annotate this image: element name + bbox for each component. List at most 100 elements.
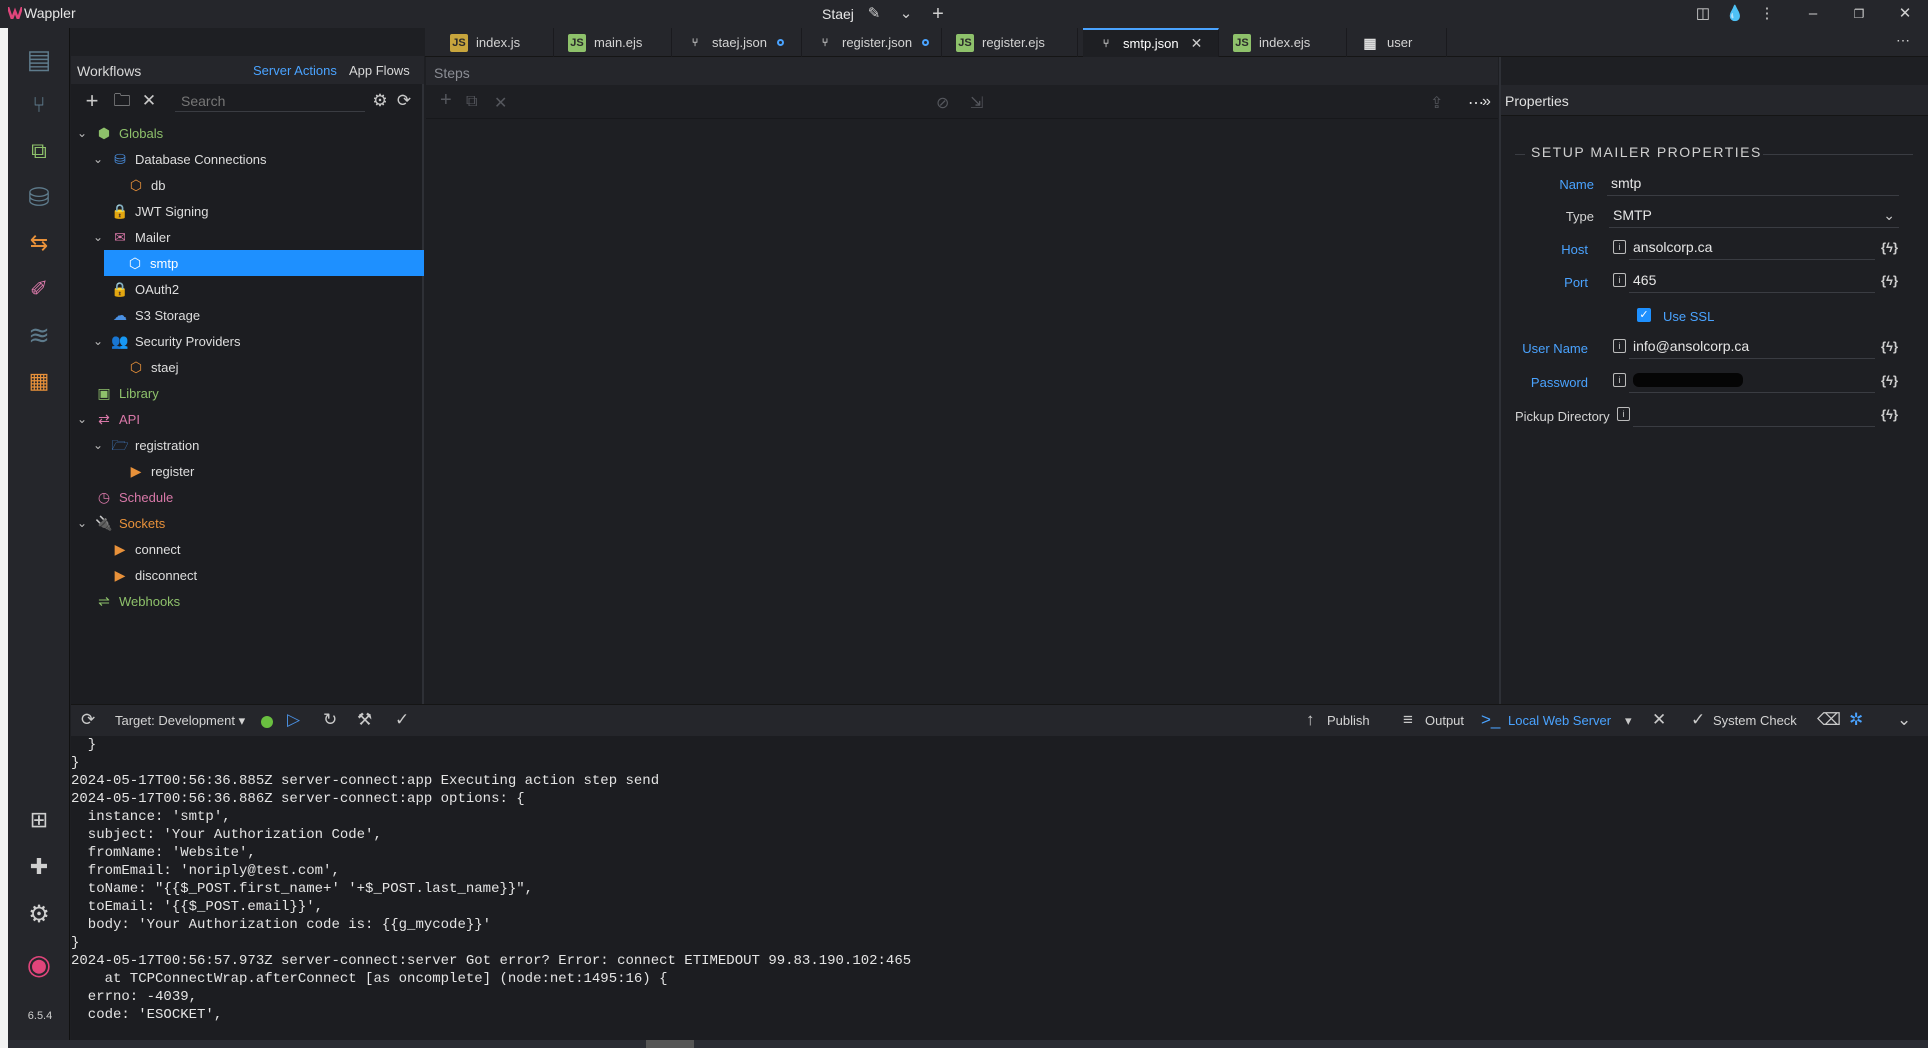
puzzle-icon[interactable]: ✚ (22, 850, 56, 884)
output-icon[interactable]: ≡ (1403, 710, 1413, 730)
tree-item-database-connections[interactable]: ⌄ ⛁ Database Connections (71, 146, 424, 172)
server-dropdown-icon[interactable]: ▾ (1625, 713, 1632, 729)
add-icon[interactable]: + (81, 90, 103, 112)
tree-item-staej[interactable]: ⬡ staej (71, 354, 424, 380)
disable-icon[interactable]: ⊘ (936, 93, 949, 113)
target-selector[interactable]: Target: Development ▾ (115, 713, 245, 729)
tab-register-ejs[interactable]: JS register.ejs (942, 28, 1078, 57)
tab-index-js[interactable]: JS index.js (436, 28, 554, 57)
gear-icon[interactable]: ⚙ (369, 91, 391, 111)
info-icon[interactable]: i (1613, 273, 1626, 287)
design-icon[interactable]: ✐ (22, 272, 56, 306)
pickup-directory-field[interactable] (1633, 403, 1875, 427)
dynamic-data-icon[interactable]: {ϟ} (1881, 339, 1898, 354)
info-icon[interactable]: i (1613, 339, 1626, 353)
app-flows-tab[interactable]: App Flows (349, 63, 410, 78)
account-icon[interactable]: ◉ (22, 948, 56, 982)
delete-step-icon[interactable]: ✕ (494, 93, 507, 113)
routing-icon[interactable]: ⇆ (22, 226, 56, 260)
extensions-icon[interactable]: ⊞ (22, 803, 56, 837)
dynamic-data-icon[interactable]: {ϟ} (1881, 273, 1898, 288)
horizontal-scrollbar[interactable] (646, 1040, 694, 1048)
close-tab-icon[interactable]: ✕ (1191, 35, 1203, 52)
tree-item-disconnect[interactable]: ▶ disconnect (71, 562, 424, 588)
edit-project-icon[interactable]: ✎ (864, 4, 884, 24)
delete-icon[interactable]: ✕ (138, 91, 160, 111)
tree-item-api[interactable]: ⌄ ⇄ API (71, 406, 424, 432)
tab-staej-json[interactable]: ⑂ staej.json (672, 28, 802, 57)
layout-toggle-icon[interactable]: ◫ (1693, 4, 1713, 24)
publish-button[interactable]: Publish (1327, 713, 1370, 728)
collapse-right-icon[interactable]: » (1482, 93, 1491, 111)
tree-item-schedule[interactable]: ◷ Schedule (71, 484, 424, 510)
local-web-server-tab[interactable]: Local Web Server (1508, 713, 1611, 728)
tab-index-ejs[interactable]: JS index.ejs (1219, 28, 1347, 57)
share-icon[interactable]: ⇪ (1430, 93, 1443, 113)
pages-icon[interactable]: ▤ (22, 42, 56, 76)
tree-item-globals[interactable]: ⌄ ⬢ Globals (71, 120, 424, 146)
restore-button[interactable]: ❐ (1849, 4, 1869, 24)
restart-icon[interactable]: ↻ (323, 710, 337, 730)
workflows-icon[interactable]: ⧉ (22, 134, 56, 168)
tree-item-webhooks[interactable]: ⇌ Webhooks (71, 588, 424, 614)
tree-item-security-providers[interactable]: ⌄ 👥 Security Providers (71, 328, 424, 354)
copy-icon[interactable]: ⧉ (466, 93, 477, 111)
chevron-down-icon[interactable]: ⌄ (75, 126, 89, 140)
theme-drop-icon[interactable]: 💧 (1725, 4, 1745, 24)
type-select[interactable]: SMTP ⌄ (1609, 204, 1899, 228)
user-name-field[interactable]: info@ansolcorp.ca (1629, 335, 1875, 359)
database-icon[interactable]: ⛁ (22, 180, 56, 214)
minimize-button[interactable]: – (1803, 4, 1823, 24)
tree-item-db[interactable]: ⬡ db (71, 172, 424, 198)
tab-main-ejs[interactable]: JS main.ejs (554, 28, 672, 57)
tab-user[interactable]: ▦ user (1347, 28, 1447, 57)
host-field[interactable]: ansolcorp.ca (1629, 236, 1875, 260)
folder-icon[interactable]: 🗀 (111, 91, 133, 111)
git-icon[interactable]: ⑂ (22, 88, 56, 122)
more-menu-icon[interactable]: ⋮ (1757, 4, 1777, 24)
export-icon[interactable]: ⇲ (970, 93, 983, 113)
port-field[interactable]: 465 (1629, 269, 1875, 293)
system-check-button[interactable]: System Check (1713, 713, 1797, 728)
tree-item-smtp[interactable]: ⬡ smtp (104, 250, 424, 276)
tree-item-oauth2[interactable]: 🔒 OAuth2 (71, 276, 424, 302)
info-icon[interactable]: i (1617, 407, 1630, 421)
tree-item-connect[interactable]: ▶ connect (71, 536, 424, 562)
tree-item-register[interactable]: ▶ register (71, 458, 424, 484)
output-button[interactable]: Output (1425, 713, 1464, 728)
chevron-down-icon[interactable]: ⌄ (91, 230, 105, 244)
build-icon[interactable]: ⚒ (357, 710, 372, 730)
layers-icon[interactable]: ≋ (22, 318, 56, 352)
add-step-icon[interactable]: + (440, 89, 452, 112)
tree-item-jwt-signing[interactable]: 🔒 JWT Signing (71, 198, 424, 224)
tasks-icon[interactable]: ▦ (22, 364, 56, 398)
chevron-down-icon[interactable]: ⌄ (91, 334, 105, 348)
chevron-down-icon[interactable]: ⌄ (75, 516, 89, 530)
check-icon[interactable]: ✓ (395, 710, 409, 730)
run-icon[interactable]: ▷ (287, 710, 300, 730)
info-icon[interactable]: i (1613, 373, 1626, 387)
info-icon[interactable]: i (1613, 240, 1626, 254)
tabs-more-icon[interactable]: ⋯ (1896, 32, 1910, 49)
close-output-icon[interactable]: ✕ (1652, 710, 1666, 730)
collapse-panel-icon[interactable]: ⌄ (1897, 710, 1911, 730)
project-dropdown-icon[interactable]: ⌄ (896, 4, 916, 24)
chevron-down-icon[interactable]: ⌄ (91, 152, 105, 166)
dynamic-data-icon[interactable]: {ϟ} (1881, 373, 1898, 388)
close-window-button[interactable]: ✕ (1895, 4, 1915, 24)
server-actions-tab[interactable]: Server Actions (253, 63, 337, 78)
tree-item-s3-storage[interactable]: ☁ S3 Storage (71, 302, 424, 328)
project-selector[interactable]: Staej (822, 6, 854, 22)
tree-item-registration[interactable]: ⌄ 🗁 registration (71, 432, 424, 458)
password-field[interactable] (1629, 369, 1875, 393)
eraser-icon[interactable]: ⌫ (1817, 710, 1841, 730)
use-ssl-checkbox[interactable]: ✓ (1637, 308, 1651, 322)
debug-icon[interactable]: ✲ (1849, 710, 1863, 730)
tree-item-sockets[interactable]: ⌄ 🔌 Sockets (71, 510, 424, 536)
refresh-icon[interactable]: ⟳ (81, 710, 95, 730)
check-icon[interactable]: ✓ (1691, 710, 1705, 730)
search-input[interactable] (175, 90, 365, 112)
chevron-down-icon[interactable]: ⌄ (91, 438, 105, 452)
publish-icon[interactable]: ↑ (1306, 710, 1315, 730)
tab-register-json[interactable]: ⑂ register.json (802, 28, 942, 57)
